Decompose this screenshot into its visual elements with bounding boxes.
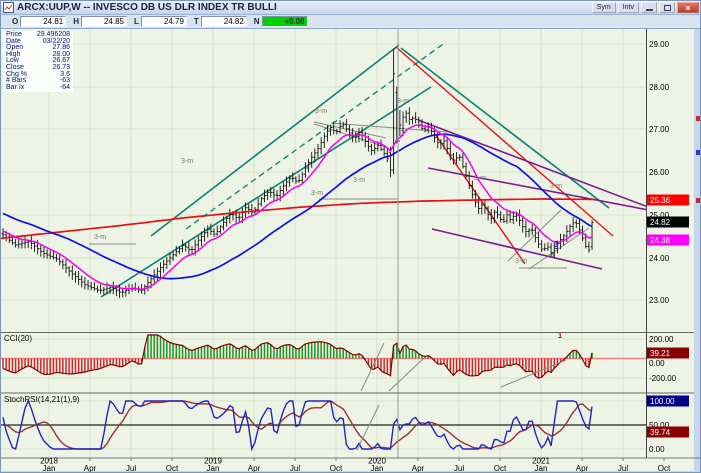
quote-label-L: L	[134, 17, 139, 26]
quote-value-H: 24.85	[81, 16, 127, 27]
quote-label-H: H	[73, 17, 79, 26]
svg-text:-200.00: -200.00	[649, 374, 677, 383]
quote-bar: O24.81 H24.85 L24.79 T24.82 N+0.08	[1, 15, 701, 29]
chart-canvas[interactable]: 3-m3-m3-m3-m3-m3-m3-m3-m3-m35129.0028.00…	[1, 1, 701, 473]
svg-text:Jul: Jul	[454, 464, 464, 473]
quote-value-N: +0.08	[262, 16, 308, 27]
svg-text:27.00: 27.00	[649, 125, 670, 134]
close-button[interactable]: ×	[677, 2, 699, 13]
quote-value-L: 24.79	[141, 16, 187, 27]
window-icon	[3, 2, 14, 13]
cci-panel-label: CCI(20)	[4, 334, 32, 343]
svg-text:29.00: 29.00	[649, 40, 670, 49]
svg-text:Jul: Jul	[618, 464, 628, 473]
quote-label-O: O	[12, 17, 18, 26]
svg-text:24.38: 24.38	[650, 236, 671, 245]
svg-text:Oct: Oct	[494, 464, 507, 473]
svg-text:Oct: Oct	[330, 464, 343, 473]
svg-text:0.00: 0.00	[649, 445, 665, 454]
symbol-button[interactable]: Sym	[592, 2, 616, 13]
svg-text:3-m: 3-m	[353, 177, 365, 184]
svg-text:2018: 2018	[40, 457, 58, 466]
quote-value-T: 24.82	[201, 16, 247, 27]
info-row: Bar Ix-64	[6, 85, 70, 92]
quote-label-N: N	[254, 17, 260, 26]
svg-text:Oct: Oct	[166, 464, 179, 473]
svg-text:3: 3	[554, 240, 559, 249]
svg-text:3-m: 3-m	[474, 175, 486, 182]
svg-text:2019: 2019	[204, 457, 222, 466]
svg-text:3-m: 3-m	[181, 158, 193, 165]
quote-label-T: T	[194, 17, 199, 26]
quote-value-O: 24.81	[20, 16, 66, 27]
title-bar: ARCX:UUP,W -- INVESCO DB US DLR INDEX TR…	[1, 1, 701, 15]
chart-window: 3-m3-m3-m3-m3-m3-m3-m3-m3-m35129.0028.00…	[0, 0, 701, 473]
minimize-icon	[646, 9, 653, 11]
maximize-button[interactable]	[659, 2, 675, 13]
svg-text:Jul: Jul	[126, 464, 136, 473]
info-box: Price29.496208Date03/22/20Open27.86High2…	[3, 31, 73, 92]
svg-text:23.00: 23.00	[649, 296, 670, 305]
svg-text:3-m: 3-m	[397, 98, 409, 105]
svg-text:3-m: 3-m	[94, 234, 106, 241]
maximize-icon	[664, 5, 671, 11]
svg-text:200.00: 200.00	[649, 335, 674, 344]
window-title: ARCX:UUP,W -- INVESCO DB US DLR INDEX TR…	[17, 2, 277, 13]
svg-text:5: 5	[550, 252, 554, 259]
svg-text:39.74: 39.74	[650, 428, 671, 437]
svg-text:Apr: Apr	[576, 464, 589, 473]
svg-text:3-m: 3-m	[550, 183, 562, 190]
interval-button[interactable]: Intv	[618, 2, 639, 13]
svg-text:2021: 2021	[532, 457, 550, 466]
svg-text:3-m: 3-m	[311, 190, 323, 197]
svg-text:28.00: 28.00	[649, 83, 670, 92]
svg-text:24.82: 24.82	[650, 218, 671, 227]
svg-text:Apr: Apr	[84, 464, 97, 473]
stochrsi-panel-label: StochRSI(14,21(1),9)	[4, 395, 80, 404]
svg-text:Apr: Apr	[248, 464, 261, 473]
svg-text:0.00: 0.00	[649, 359, 665, 368]
svg-text:39.21: 39.21	[650, 349, 671, 358]
svg-text:3-m: 3-m	[315, 108, 327, 115]
quote-fields: O24.81 H24.85 L24.79 T24.82 N+0.08	[5, 16, 308, 27]
svg-text:3-m: 3-m	[515, 258, 527, 265]
titlebar-buttons: Sym Intv ×	[592, 2, 699, 13]
svg-text:2020: 2020	[368, 457, 386, 466]
svg-text:Oct: Oct	[658, 464, 671, 473]
svg-text:26.00: 26.00	[649, 168, 670, 177]
svg-text:Jul: Jul	[290, 464, 300, 473]
svg-text:25.36: 25.36	[650, 196, 671, 205]
svg-text:Apr: Apr	[412, 464, 425, 473]
svg-text:24.00: 24.00	[649, 254, 670, 263]
minimize-button[interactable]	[641, 2, 657, 13]
svg-text:100.00: 100.00	[650, 397, 675, 406]
